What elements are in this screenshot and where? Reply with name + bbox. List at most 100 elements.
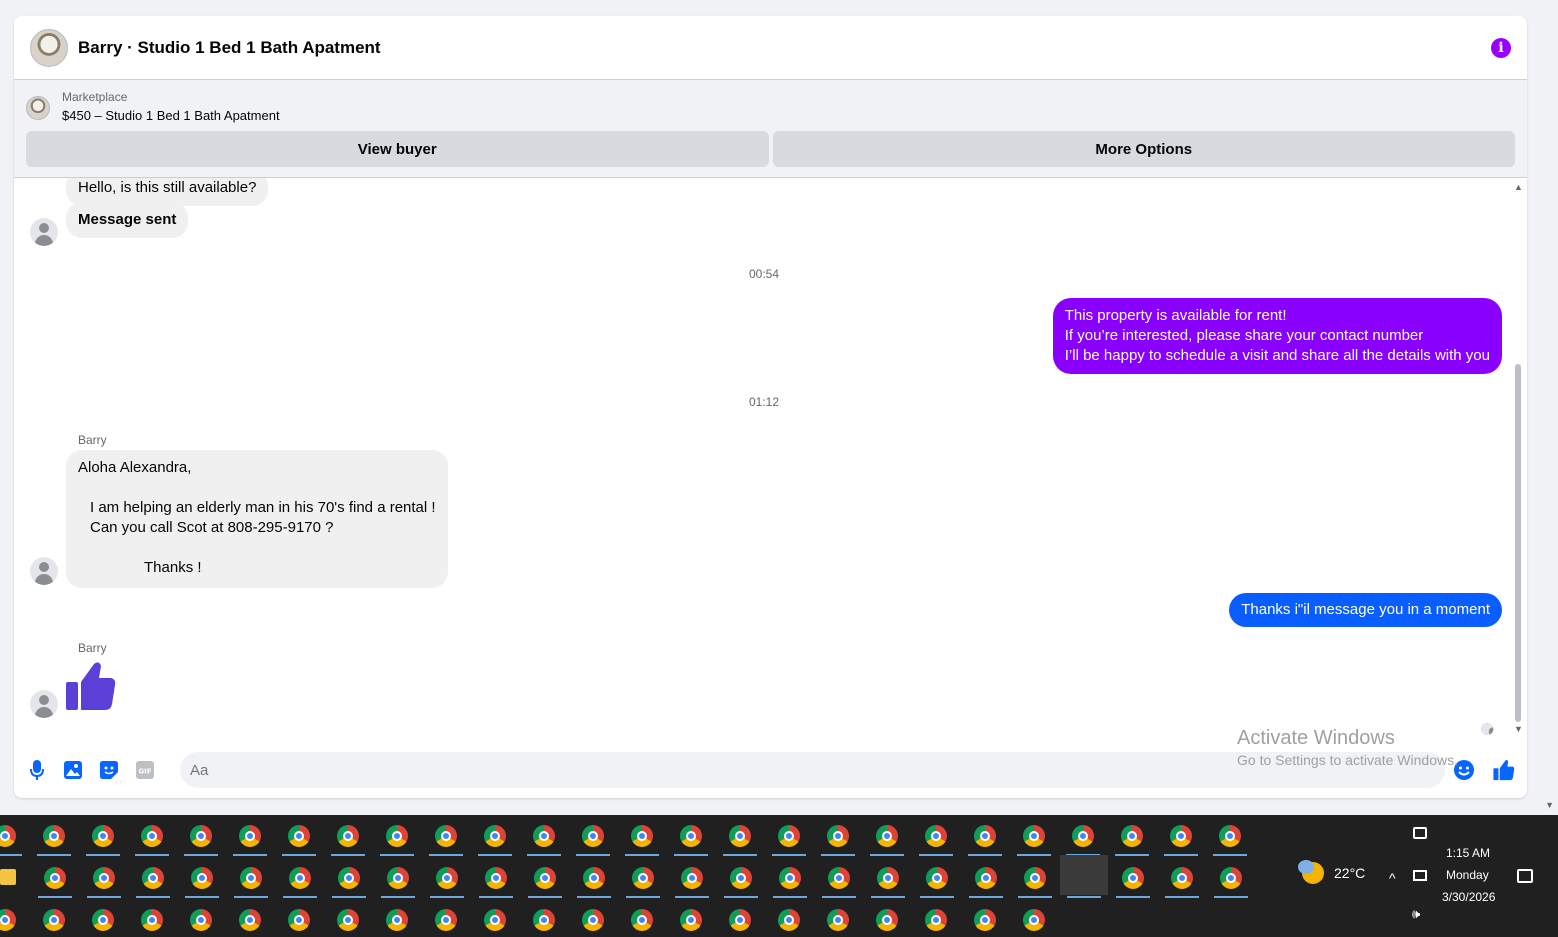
avatar[interactable]	[30, 690, 58, 718]
chrome-taskbar-icon[interactable]	[92, 909, 114, 931]
clock-time[interactable]: 1:15 AM	[1446, 846, 1490, 860]
chrome-taskbar-icon[interactable]	[778, 909, 800, 931]
chrome-taskbar-icon[interactable]	[288, 825, 310, 847]
chrome-taskbar-icon[interactable]	[1024, 867, 1046, 889]
chrome-taskbar-icon[interactable]	[0, 909, 16, 931]
chrome-taskbar-icon[interactable]	[337, 909, 359, 931]
chrome-taskbar-icon[interactable]	[876, 909, 898, 931]
file-explorer-icon[interactable]	[0, 869, 16, 885]
avatar[interactable]	[30, 218, 58, 246]
chrome-taskbar-icon[interactable]	[631, 909, 653, 931]
chrome-taskbar-icon[interactable]	[974, 909, 996, 931]
chrome-taskbar-icon[interactable]	[729, 825, 751, 847]
chrome-taskbar-icon[interactable]	[729, 909, 751, 931]
chrome-taskbar-icon[interactable]	[190, 909, 212, 931]
chrome-taskbar-icon[interactable]	[680, 825, 702, 847]
chrome-taskbar-icon[interactable]	[1122, 867, 1144, 889]
chrome-taskbar-icon[interactable]	[239, 825, 261, 847]
gif-icon[interactable]: GIF	[134, 759, 156, 781]
chrome-taskbar-icon[interactable]	[631, 825, 653, 847]
chrome-taskbar-icon[interactable]	[827, 825, 849, 847]
chrome-taskbar-icon[interactable]	[191, 867, 213, 889]
chrome-taskbar-icon[interactable]	[582, 825, 604, 847]
chrome-taskbar-icon[interactable]	[925, 909, 947, 931]
chrome-taskbar-icon[interactable]	[1171, 867, 1193, 889]
chrome-taskbar-icon[interactable]	[338, 867, 360, 889]
chevron-up-icon[interactable]: ^	[1389, 870, 1396, 886]
chrome-taskbar-icon[interactable]	[93, 867, 115, 889]
chrome-taskbar-icon[interactable]	[778, 825, 800, 847]
chrome-taskbar-icon[interactable]	[1170, 825, 1192, 847]
chrome-taskbar-icon[interactable]	[485, 867, 507, 889]
chrome-taskbar-icon[interactable]	[876, 825, 898, 847]
clock-date[interactable]: 3/30/2026	[1442, 890, 1495, 904]
chrome-taskbar-icon[interactable]	[1072, 825, 1094, 847]
chrome-taskbar-icon[interactable]	[337, 825, 359, 847]
chrome-taskbar-icon[interactable]	[141, 825, 163, 847]
sticker-icon[interactable]	[98, 759, 120, 781]
view-buyer-button[interactable]: View buyer	[26, 131, 769, 167]
chrome-taskbar-icon[interactable]	[436, 867, 458, 889]
chrome-taskbar-icon[interactable]	[1219, 825, 1241, 847]
chrome-taskbar-icon[interactable]	[632, 867, 654, 889]
scroll-thumb[interactable]	[1515, 364, 1521, 722]
chrome-taskbar-icon[interactable]	[240, 867, 262, 889]
photo-icon[interactable]	[62, 759, 84, 781]
notifications-icon[interactable]	[1517, 869, 1533, 883]
chrome-taskbar-icon[interactable]	[730, 867, 752, 889]
chrome-taskbar-icon[interactable]	[288, 909, 310, 931]
thumbs-up-send-icon[interactable]	[1493, 759, 1515, 781]
scroll-up-arrow[interactable]: ▲	[1514, 182, 1523, 192]
chrome-taskbar-icon[interactable]	[680, 909, 702, 931]
chrome-taskbar-icon[interactable]	[435, 825, 457, 847]
chrome-taskbar-icon[interactable]	[141, 909, 163, 931]
volume-icon[interactable]: 🕪	[1412, 906, 1420, 922]
listing-avatar[interactable]	[30, 28, 68, 67]
chrome-taskbar-icon[interactable]	[386, 909, 408, 931]
chrome-taskbar-icon[interactable]	[43, 825, 65, 847]
chrome-taskbar-icon[interactable]	[142, 867, 164, 889]
chrome-taskbar-icon[interactable]	[44, 867, 66, 889]
chrome-taskbar-icon[interactable]	[1023, 909, 1045, 931]
scroll-down-arrow[interactable]: ▼	[1514, 724, 1523, 734]
page-scroll-down-arrow[interactable]: ▼	[1545, 800, 1554, 810]
meet-now-icon[interactable]	[1413, 827, 1427, 839]
chrome-taskbar-icon[interactable]	[534, 867, 556, 889]
chrome-taskbar-icon[interactable]	[877, 867, 899, 889]
message-thread[interactable]: Hello, is this still available? Message …	[14, 178, 1514, 748]
chrome-taskbar-icon[interactable]	[239, 909, 261, 931]
chrome-taskbar-icon[interactable]	[289, 867, 311, 889]
chrome-taskbar-icon[interactable]	[387, 867, 409, 889]
active-taskbar-item[interactable]	[1060, 855, 1108, 895]
chrome-taskbar-icon[interactable]	[975, 867, 997, 889]
chrome-taskbar-icon[interactable]	[681, 867, 703, 889]
chrome-taskbar-icon[interactable]	[484, 825, 506, 847]
clock-day[interactable]: Monday	[1446, 868, 1489, 882]
chrome-taskbar-icon[interactable]	[779, 867, 801, 889]
avatar[interactable]	[30, 557, 58, 585]
chrome-taskbar-icon[interactable]	[925, 825, 947, 847]
more-options-button[interactable]: More Options	[772, 131, 1515, 167]
chrome-taskbar-icon[interactable]	[827, 909, 849, 931]
chrome-taskbar-icon[interactable]	[190, 825, 212, 847]
chrome-taskbar-icon[interactable]	[386, 825, 408, 847]
conversation-title[interactable]: Barry · Studio 1 Bed 1 Bath Apatment	[78, 38, 381, 58]
chrome-taskbar-icon[interactable]	[0, 825, 16, 847]
microphone-icon[interactable]	[26, 759, 48, 781]
chrome-taskbar-icon[interactable]	[926, 867, 948, 889]
chrome-taskbar-icon[interactable]	[1121, 825, 1143, 847]
chrome-taskbar-icon[interactable]	[43, 909, 65, 931]
weather-widget[interactable]: 22°C	[1298, 860, 1365, 884]
chrome-taskbar-icon[interactable]	[582, 909, 604, 931]
chrome-taskbar-icon[interactable]	[1023, 825, 1045, 847]
chrome-taskbar-icon[interactable]	[484, 909, 506, 931]
chrome-taskbar-icon[interactable]	[1220, 867, 1242, 889]
listing-title[interactable]: $450 – Studio 1 Bed 1 Bath Apatment	[62, 108, 280, 123]
chat-scrollbar[interactable]: ▲ ▼	[1511, 182, 1525, 734]
chrome-taskbar-icon[interactable]	[583, 867, 605, 889]
network-icon[interactable]	[1413, 870, 1427, 881]
chrome-taskbar-icon[interactable]	[974, 825, 996, 847]
chrome-taskbar-icon[interactable]	[828, 867, 850, 889]
listing-thumbnail[interactable]	[26, 96, 50, 120]
chrome-taskbar-icon[interactable]	[92, 825, 114, 847]
